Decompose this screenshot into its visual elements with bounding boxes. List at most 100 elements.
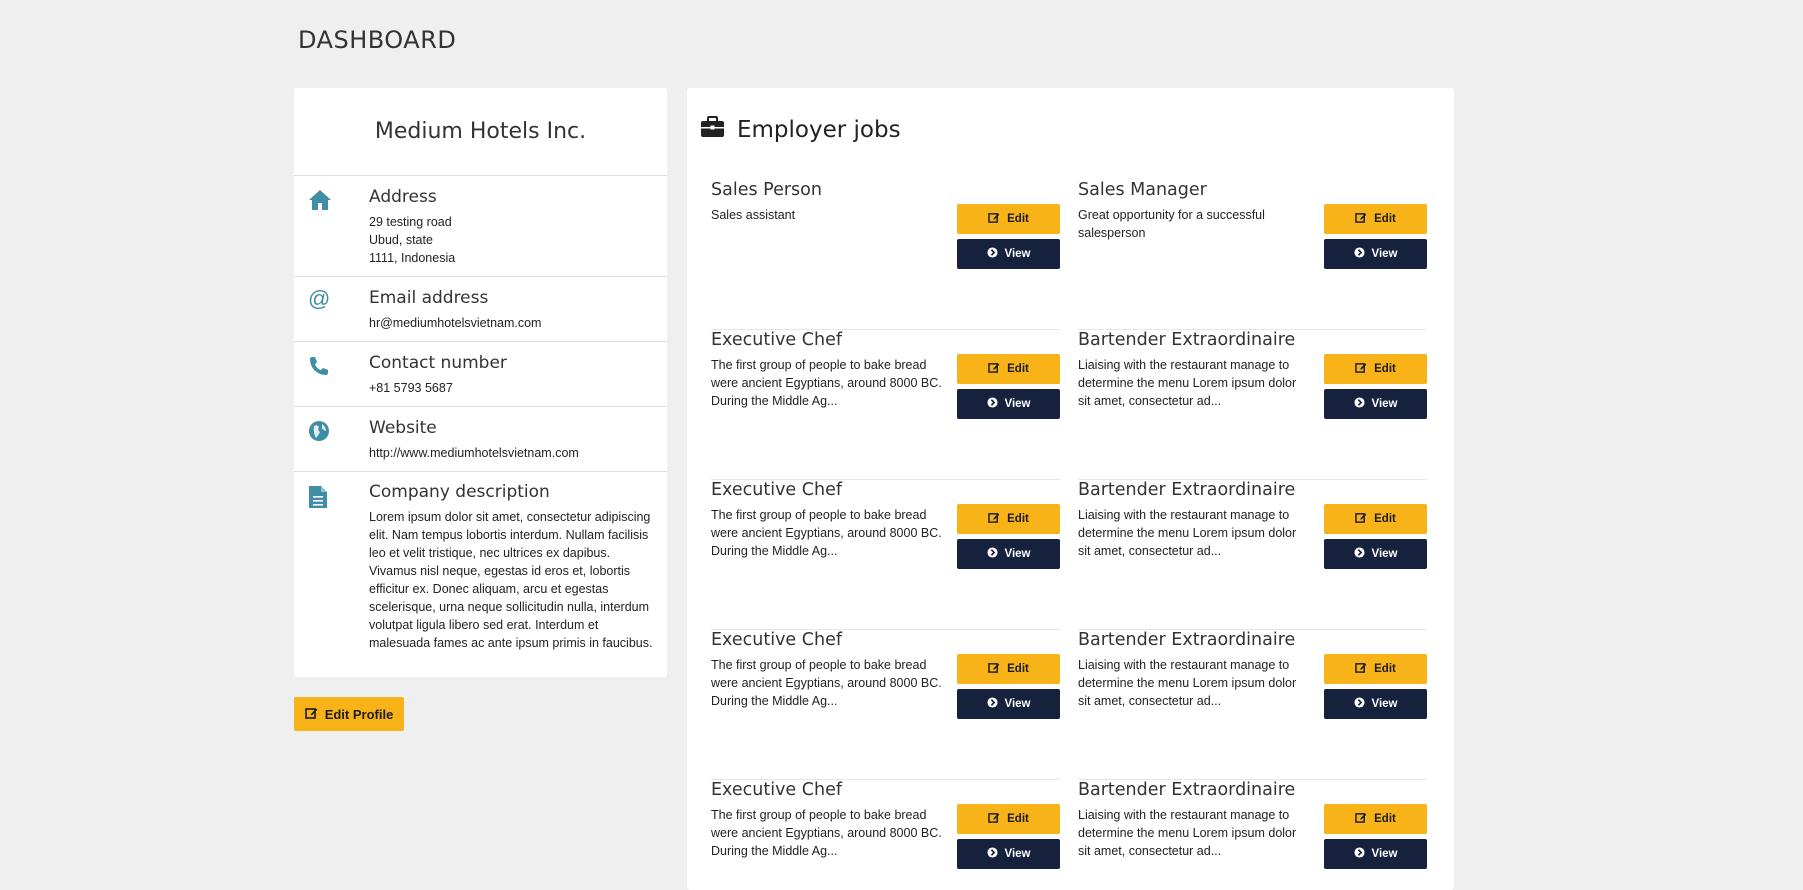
- job-edit-label: Edit: [1374, 663, 1396, 675]
- job-list: Sales Person Sales assistant Edit View S…: [711, 180, 1427, 890]
- job-view-button[interactable]: View: [957, 389, 1060, 419]
- chevron-circle-right-icon: [986, 547, 998, 561]
- edit-icon: [988, 812, 1000, 826]
- jobs-header: Employer jobs: [700, 116, 901, 143]
- phone-label: Contact number: [369, 353, 507, 373]
- job-title[interactable]: Executive Chef: [711, 630, 842, 650]
- job-edit-label: Edit: [1007, 213, 1029, 225]
- edit-icon: [988, 662, 1000, 676]
- job-title[interactable]: Bartender Extraordinaire: [1078, 480, 1295, 500]
- chevron-circle-right-icon: [986, 697, 998, 711]
- edit-icon: [988, 212, 1000, 226]
- chevron-circle-right-icon: [986, 247, 998, 261]
- company-name: Medium Hotels Inc.: [294, 88, 667, 176]
- job-description: Liaising with the restaurant manage to d…: [1078, 358, 1297, 408]
- job-description: Great opportunity for a successful sales…: [1078, 208, 1265, 240]
- job-title[interactable]: Executive Chef: [711, 780, 842, 800]
- job-card: Executive Chef The first group of people…: [711, 330, 1060, 480]
- job-view-label: View: [1004, 548, 1031, 560]
- job-edit-button[interactable]: Edit: [1324, 354, 1427, 384]
- job-view-label: View: [1004, 398, 1031, 410]
- job-edit-button[interactable]: Edit: [957, 204, 1060, 234]
- phone-row: Contact number +81 5793 5687: [294, 342, 667, 407]
- job-card: Bartender Extraordinaire Liaising with t…: [1078, 330, 1427, 480]
- job-edit-button[interactable]: Edit: [1324, 654, 1427, 684]
- job-edit-button[interactable]: Edit: [957, 654, 1060, 684]
- job-view-label: View: [1004, 698, 1031, 710]
- description-value: Lorem ipsum dolor sit amet, consectetur …: [369, 510, 653, 650]
- job-card: Executive Chef The first group of people…: [711, 480, 1060, 630]
- document-icon: [308, 485, 332, 509]
- edit-icon: [1355, 512, 1367, 526]
- at-sign-icon: @: [308, 286, 331, 311]
- job-card: Sales Person Sales assistant Edit View: [711, 180, 1060, 330]
- job-view-label: View: [1004, 848, 1031, 860]
- edit-icon: [304, 707, 318, 722]
- company-profile-card: Medium Hotels Inc. Address 29 testing ro…: [294, 88, 667, 677]
- edit-icon: [1355, 812, 1367, 826]
- address-line-2: Ubud, state: [369, 233, 433, 247]
- website-value[interactable]: http://www.mediumhotelsvietnam.com: [369, 444, 653, 462]
- job-title[interactable]: Sales Person: [711, 180, 822, 200]
- email-value: hr@mediumhotelsvietnam.com: [369, 316, 542, 330]
- chevron-circle-right-icon: [986, 847, 998, 861]
- job-description: Liaising with the restaurant manage to d…: [1078, 808, 1297, 858]
- employer-jobs-panel: Employer jobs Sales Person Sales assista…: [687, 88, 1454, 890]
- job-edit-label: Edit: [1007, 363, 1029, 375]
- job-view-label: View: [1004, 248, 1031, 260]
- job-edit-button[interactable]: Edit: [1324, 204, 1427, 234]
- job-view-button[interactable]: View: [1324, 389, 1427, 419]
- job-title[interactable]: Bartender Extraordinaire: [1078, 780, 1295, 800]
- job-edit-button[interactable]: Edit: [957, 354, 1060, 384]
- job-edit-label: Edit: [1374, 363, 1396, 375]
- job-view-button[interactable]: View: [1324, 239, 1427, 269]
- job-view-button[interactable]: View: [1324, 689, 1427, 719]
- job-view-button[interactable]: View: [957, 839, 1060, 869]
- job-description: The first group of people to bake bread …: [711, 358, 942, 408]
- jobs-title: Employer jobs: [737, 116, 901, 143]
- chevron-circle-right-icon: [1353, 247, 1365, 261]
- job-edit-label: Edit: [1374, 513, 1396, 525]
- email-label: Email address: [369, 288, 489, 308]
- job-description: The first group of people to bake bread …: [711, 658, 942, 708]
- job-view-button[interactable]: View: [957, 539, 1060, 569]
- job-description: Sales assistant: [711, 208, 796, 222]
- job-edit-button[interactable]: Edit: [957, 504, 1060, 534]
- job-edit-button[interactable]: Edit: [1324, 804, 1427, 834]
- job-edit-button[interactable]: Edit: [1324, 504, 1427, 534]
- job-card: Bartender Extraordinaire Liaising with t…: [1078, 630, 1427, 780]
- job-card: Bartender Extraordinaire Liaising with t…: [1078, 780, 1427, 890]
- edit-profile-button[interactable]: Edit Profile: [294, 697, 404, 731]
- job-view-label: View: [1371, 398, 1398, 410]
- job-title[interactable]: Executive Chef: [711, 480, 842, 500]
- job-edit-label: Edit: [1374, 813, 1396, 825]
- job-card: Bartender Extraordinaire Liaising with t…: [1078, 480, 1427, 630]
- phone-icon: [308, 355, 332, 379]
- job-title[interactable]: Bartender Extraordinaire: [1078, 630, 1295, 650]
- job-view-button[interactable]: View: [957, 239, 1060, 269]
- job-edit-button[interactable]: Edit: [957, 804, 1060, 834]
- address-label: Address: [369, 187, 437, 207]
- job-title[interactable]: Bartender Extraordinaire: [1078, 330, 1295, 350]
- job-title[interactable]: Executive Chef: [711, 330, 842, 350]
- chevron-circle-right-icon: [1353, 397, 1365, 411]
- address-row: Address 29 testing road Ubud, state 1111…: [294, 176, 667, 277]
- edit-icon: [988, 362, 1000, 376]
- address-line-3: 1111, Indonesia: [369, 251, 456, 265]
- job-card: Executive Chef The first group of people…: [711, 630, 1060, 780]
- job-description: Liaising with the restaurant manage to d…: [1078, 658, 1297, 708]
- globe-icon: [308, 420, 332, 444]
- website-row: Website http://www.mediumhotelsvietnam.c…: [294, 407, 667, 472]
- job-view-button[interactable]: View: [1324, 539, 1427, 569]
- chevron-circle-right-icon: [986, 397, 998, 411]
- job-edit-label: Edit: [1007, 513, 1029, 525]
- job-description: The first group of people to bake bread …: [711, 808, 942, 858]
- description-row: Company description Lorem ipsum dolor si…: [294, 472, 667, 662]
- page-title: DASHBOARD: [298, 26, 457, 54]
- edit-profile-label: Edit Profile: [324, 706, 394, 722]
- job-view-button[interactable]: View: [957, 689, 1060, 719]
- email-row: @ Email address hr@mediumhotelsvietnam.c…: [294, 277, 667, 342]
- job-view-label: View: [1371, 248, 1398, 260]
- job-view-button[interactable]: View: [1324, 839, 1427, 869]
- job-title[interactable]: Sales Manager: [1078, 180, 1207, 200]
